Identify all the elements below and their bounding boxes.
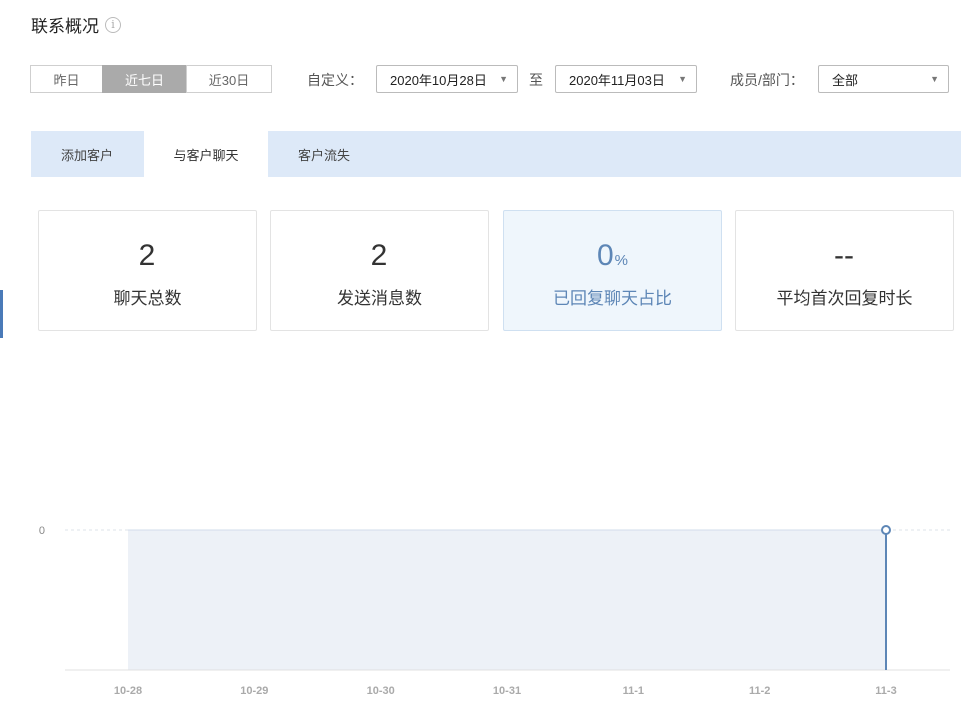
page-title: 联系概况 — [31, 17, 99, 36]
end-date-select[interactable]: 2020年11月03日 ▼ — [555, 65, 697, 93]
stat-value: 0% — [596, 239, 629, 272]
start-date-value: 2020年10月28日 — [390, 72, 487, 88]
member-filter-label: 成员/部门： — [730, 72, 804, 88]
start-date-select[interactable]: 2020年10月28日 ▼ — [376, 65, 518, 93]
stat-card-messages-sent[interactable]: 2 发送消息数 — [270, 210, 489, 331]
stat-card-total-chats[interactable]: 2 聊天总数 — [38, 210, 257, 331]
stat-label: 已回复聊天占比 — [553, 289, 672, 308]
range-30days-button[interactable]: 近30日 — [186, 65, 272, 93]
page-header: 联系概况 i — [31, 12, 121, 37]
stat-card-first-reply-time[interactable]: -- 平均首次回复时长 — [735, 210, 954, 331]
chart-x-tick-label: 10-31 — [493, 685, 521, 697]
custom-range-label: 自定义： — [307, 72, 363, 88]
stat-value: 2 — [138, 239, 156, 272]
chart-x-tick-label: 11-3 — [875, 685, 896, 697]
chart-x-tick-label: 11-1 — [623, 685, 644, 697]
chart-y-tick-label: 0 — [39, 525, 45, 537]
stat-label: 发送消息数 — [337, 289, 422, 308]
chart-x-tick-label: 11-2 — [749, 685, 770, 697]
chart-x-tick-label: 10-30 — [367, 685, 395, 697]
chevron-down-icon: ▼ — [678, 74, 687, 84]
info-icon[interactable]: i — [105, 16, 121, 33]
stat-value: -- — [834, 239, 854, 272]
date-separator: 至 — [529, 72, 543, 88]
tab-chat-with-customer[interactable]: 与客户聊天 — [144, 131, 268, 177]
chart-data-point — [881, 525, 891, 535]
tab-customer-churn[interactable]: 客户流失 — [268, 131, 380, 177]
chevron-down-icon: ▼ — [930, 74, 939, 84]
member-select-value: 全部 — [832, 72, 859, 88]
range-7days-button[interactable]: 近七日 — [102, 65, 187, 93]
member-select[interactable]: 全部 ▼ — [818, 65, 949, 93]
left-active-marker — [0, 290, 3, 338]
chevron-down-icon: ▼ — [499, 74, 508, 84]
stat-card-reply-rate[interactable]: 0% 已回复聊天占比 — [503, 210, 722, 331]
chat-trend-chart: 0 10-28 10-29 10-30 10-31 11-1 11-2 11-3 — [39, 525, 950, 697]
chart-x-tick-label: 10-28 — [114, 685, 142, 697]
end-date-value: 2020年11月03日 — [569, 72, 665, 88]
stat-label: 聊天总数 — [113, 289, 182, 308]
stat-value: 2 — [370, 239, 388, 272]
chart-area-fill — [128, 530, 886, 670]
stat-label: 平均首次回复时长 — [776, 289, 913, 308]
tab-add-customer[interactable]: 添加客户 — [31, 131, 143, 177]
date-range-group: 昨日 近七日 近30日 — [30, 65, 272, 93]
tab-bar: 添加客户 与客户聊天 客户流失 — [31, 131, 961, 177]
chart-x-tick-label: 10-29 — [240, 685, 268, 697]
range-yesterday-button[interactable]: 昨日 — [30, 65, 103, 93]
